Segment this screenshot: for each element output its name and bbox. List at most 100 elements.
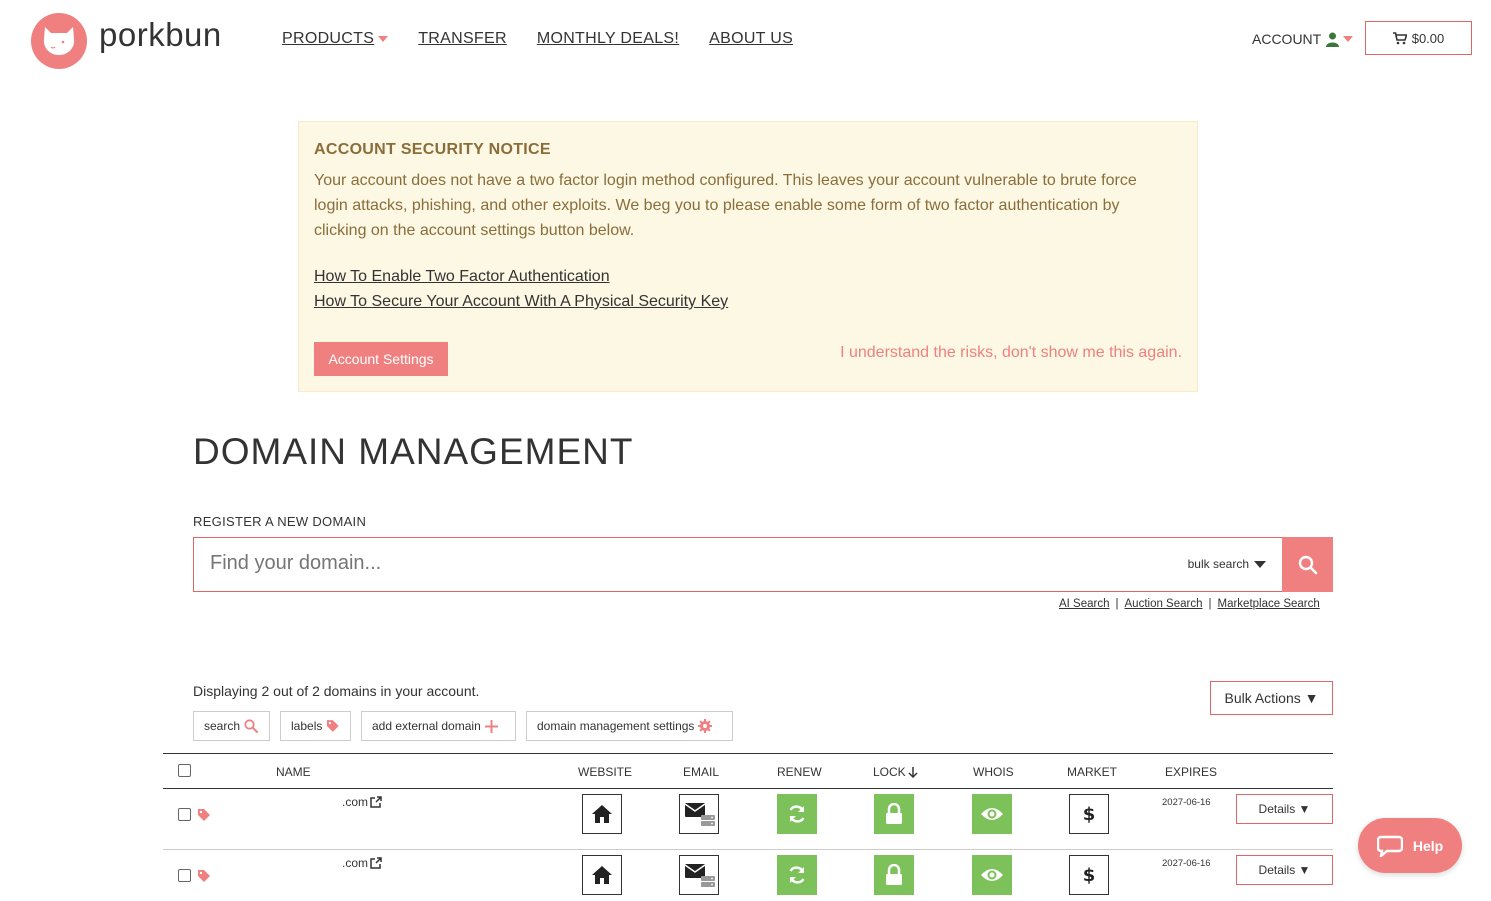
domain-name[interactable]: .com (342, 856, 382, 870)
user-icon (1326, 32, 1340, 47)
nav-about-us[interactable]: ABOUT US (709, 30, 793, 48)
security-key-help-link[interactable]: How To Secure Your Account With A Physic… (314, 293, 728, 311)
domain-management-settings-button[interactable]: domain management settings (526, 711, 733, 741)
add-external-domain-label: add external domain (372, 719, 481, 733)
domain-name-label: .com (342, 795, 369, 809)
register-label: REGISTER A NEW DOMAIN (193, 514, 367, 529)
cart-total: $0.00 (1411, 30, 1445, 46)
dismiss-notice-link[interactable]: I understand the risks, don't show me th… (840, 344, 1182, 362)
chevron-down-icon (378, 36, 389, 42)
whois-privacy-button[interactable] (972, 794, 1012, 834)
nav-products-label: PRODUCTS (282, 30, 375, 47)
market-button[interactable]: $ (1069, 855, 1109, 895)
filter-search-label: search (204, 719, 241, 733)
external-link-icon (370, 796, 382, 808)
lock-icon (886, 864, 902, 885)
tag-icon (327, 720, 340, 732)
website-button[interactable] (582, 855, 622, 895)
help-button[interactable]: Help (1358, 818, 1462, 873)
market-button[interactable]: $ (1069, 794, 1109, 834)
domain-count-text: Displaying 2 out of 2 domains in your ac… (193, 683, 480, 699)
account-menu[interactable]: ACCOUNT (1252, 31, 1354, 47)
header-bottom-border (163, 788, 1333, 789)
site-header: porkbun PRODUCTS TRANSFER MONTHLY DEALS!… (0, 0, 1491, 80)
column-header-whois: WHOIS (973, 765, 1014, 779)
refresh-icon (789, 805, 805, 823)
logo[interactable]: porkbun (31, 13, 222, 69)
eye-icon (981, 808, 1003, 820)
separator: | (1115, 598, 1119, 610)
svg-text:$: $ (1083, 804, 1095, 825)
help-label: Help (1412, 837, 1444, 854)
brand-name: porkbun (99, 16, 222, 53)
expires-date: 2027-06-16 (1162, 858, 1211, 869)
domain-management-settings-label: domain management settings (537, 719, 695, 733)
email-button[interactable] (679, 855, 719, 895)
chat-bubble-icon (1376, 835, 1403, 857)
search-icon (1298, 555, 1317, 574)
website-button[interactable] (582, 794, 622, 834)
pig-logo-icon (31, 13, 87, 69)
select-all-checkbox[interactable] (178, 764, 191, 777)
domain-search-box: bulk search (193, 537, 1282, 592)
external-link-icon (370, 857, 382, 869)
column-header-lock-label: LOCK (873, 765, 906, 779)
tag-icon[interactable] (197, 869, 211, 883)
search-sub-links: AI Search | Auction Search | Marketplace… (1059, 598, 1320, 610)
row-divider (163, 849, 1333, 850)
marketplace-search-link[interactable]: Marketplace Search (1218, 598, 1320, 610)
nav-monthly-deals[interactable]: MONTHLY DEALS! (537, 30, 679, 48)
details-button[interactable]: Details ▼ (1236, 794, 1333, 824)
whois-privacy-button[interactable] (972, 855, 1012, 895)
bulk-actions-button[interactable]: Bulk Actions ▼ (1210, 681, 1333, 715)
lock-button[interactable] (874, 855, 914, 895)
lock-button[interactable] (874, 794, 914, 834)
details-button[interactable]: Details ▼ (1236, 855, 1333, 885)
domain-name-label: .com (342, 856, 369, 870)
column-header-name[interactable]: NAME (276, 765, 311, 779)
email-button[interactable] (679, 794, 719, 834)
column-header-lock[interactable]: LOCK (873, 765, 918, 779)
plus-icon (484, 719, 498, 733)
page-title: DOMAIN MANAGEMENT (193, 431, 634, 472)
envelope-icon (684, 864, 715, 887)
dollar-icon: $ (1083, 865, 1095, 886)
tag-icon[interactable] (197, 808, 211, 822)
renew-button[interactable] (777, 855, 817, 895)
column-header-email: EMAIL (683, 765, 720, 779)
account-label: ACCOUNT (1252, 31, 1322, 47)
cart-icon (1392, 31, 1407, 44)
search-button[interactable] (1282, 537, 1333, 592)
renew-button[interactable] (777, 794, 817, 834)
nav-products[interactable]: PRODUCTS (282, 30, 389, 48)
row-checkbox[interactable] (178, 869, 191, 882)
domain-search-input[interactable] (210, 552, 1110, 575)
dollar-icon: $ (1083, 804, 1095, 825)
cart-button[interactable]: $0.00 (1365, 21, 1472, 55)
envelope-icon (684, 803, 715, 826)
gear-icon (698, 719, 713, 733)
two-factor-help-link[interactable]: How To Enable Two Factor Authentication (314, 268, 610, 286)
chevron-down-icon (1343, 36, 1354, 42)
separator: | (1208, 598, 1212, 610)
column-header-market: MARKET (1067, 765, 1118, 779)
bulk-search-label: bulk search (1187, 557, 1249, 571)
account-settings-button[interactable]: Account Settings (314, 342, 448, 376)
filter-labels-label: labels (291, 719, 323, 733)
ai-search-link[interactable]: AI Search (1059, 598, 1110, 610)
add-external-domain-button[interactable]: add external domain (361, 711, 516, 741)
column-header-website: WEBSITE (578, 765, 633, 779)
nav-transfer[interactable]: TRANSFER (418, 30, 507, 48)
column-header-expires: EXPIRES (1165, 765, 1218, 779)
auction-search-link[interactable]: Auction Search (1125, 598, 1203, 610)
refresh-icon (789, 866, 805, 884)
lock-icon (886, 803, 902, 824)
filter-search-button[interactable]: search (193, 711, 270, 741)
bulk-search-toggle[interactable]: bulk search (1188, 557, 1266, 571)
row-checkbox[interactable] (178, 808, 191, 821)
arrow-down-icon (908, 766, 918, 778)
search-icon (244, 719, 259, 733)
domain-name[interactable]: .com (342, 795, 382, 809)
svg-text:$: $ (1083, 865, 1095, 886)
filter-labels-button[interactable]: labels (280, 711, 351, 741)
